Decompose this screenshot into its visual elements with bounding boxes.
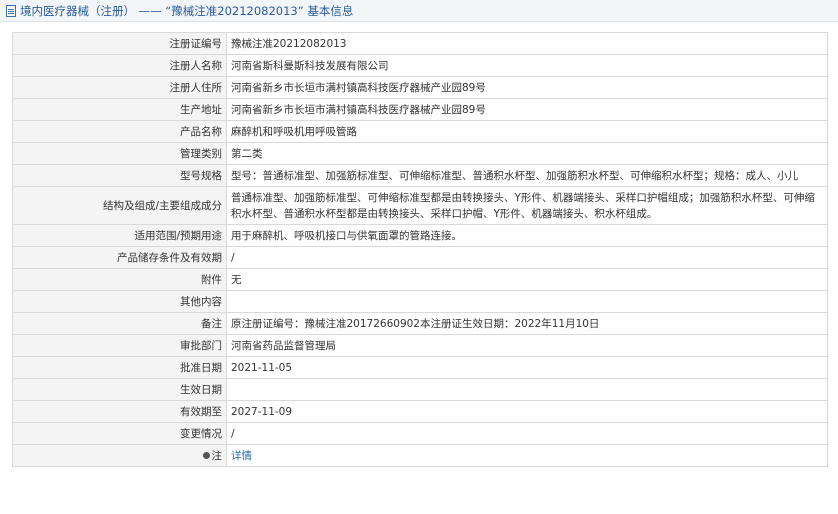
row-value: 河南省新乡市长垣市满村镇高科技医疗器械产业园89号 (226, 76, 828, 99)
row-value: / (226, 246, 828, 269)
row-value: 用于麻醉机、呼吸机接口与供氧面罩的管路连接。 (226, 224, 828, 247)
row-value: 麻醉机和呼吸机用呼吸管路 (226, 120, 828, 143)
row-label: 型号规格 (12, 164, 227, 187)
row-value: 河南省新乡市长垣市满村镇高科技医疗器械产业园89号 (226, 98, 828, 121)
table-row: 结构及组成/主要组成成分 普通标准型、加强筋标准型、可伸缩标准型都是由转换接头、Y… (12, 186, 828, 225)
details-link[interactable]: 详情 (231, 450, 252, 462)
row-value: 河南省药品监督管理局 (226, 334, 828, 357)
row-label: 注册人名称 (12, 54, 227, 77)
row-label: 其他内容 (12, 290, 227, 313)
table-row: 产品名称 麻醉机和呼吸机用呼吸管路 (12, 120, 828, 143)
table-row: 产品储存条件及有效期 / (12, 246, 828, 269)
row-value-note: 详情 (226, 444, 828, 467)
table-row: 变更情况 / (12, 422, 828, 445)
table-row: 注册人名称 河南省斯科曼斯科技发展有限公司 (12, 54, 828, 77)
row-label: 产品储存条件及有效期 (12, 246, 227, 269)
row-label: 审批部门 (12, 334, 227, 357)
note-label: 注 (211, 449, 223, 462)
table-row: 适用范围/预期用途 用于麻醉机、呼吸机接口与供氧面罩的管路连接。 (12, 224, 828, 247)
row-value: / (226, 422, 828, 445)
table-row: 注册人住所 河南省新乡市长垣市满村镇高科技医疗器械产业园89号 (12, 76, 828, 99)
pin-icon (202, 452, 210, 459)
table-row: 附件无 (12, 268, 828, 291)
row-label: 批准日期 (12, 356, 227, 379)
row-label: 附件 (12, 268, 227, 291)
row-value (226, 290, 828, 313)
row-label: 有效期至 (12, 400, 227, 423)
row-value: 原注册证编号：豫械注准20172660902本注册证生效日期：2022年11月1… (226, 312, 828, 335)
table-row: 管理类别 第二类 (12, 142, 828, 165)
table-row: 其他内容 (12, 290, 828, 313)
table-row: 有效期至 2027-11-09 (12, 400, 828, 423)
page-title: 境内医疗器械（注册） —— “豫械注准20212082013” 基本信息 (20, 3, 354, 18)
table-row: 备注 原注册证编号：豫械注准20172660902本注册证生效日期：2022年11… (12, 312, 828, 335)
document-icon (6, 4, 16, 17)
row-label: 适用范围/预期用途 (12, 224, 227, 247)
row-value: 无 (226, 268, 828, 291)
table-row: 注册证编号 豫械注准20212082013 (12, 32, 828, 55)
row-value: 豫械注准20212082013 (226, 32, 828, 55)
row-label: 变更情况 (12, 422, 227, 445)
row-label: 结构及组成/主要组成成分 (12, 186, 227, 225)
row-label: 产品名称 (12, 120, 227, 143)
row-label-note: 注 (12, 444, 227, 467)
row-value: 第二类 (226, 142, 828, 165)
page-header: 境内医疗器械（注册） —— “豫械注准20212082013” 基本信息 (0, 0, 838, 22)
table-row: 审批部门 河南省药品监督管理局 (12, 334, 828, 357)
row-value: 普通标准型、加强筋标准型、可伸缩标准型都是由转换接头、Y形件、机器端接头、采样口… (226, 186, 828, 225)
row-label: 注册证编号 (12, 32, 227, 55)
row-label: 生效日期 (12, 378, 227, 401)
row-value: 河南省斯科曼斯科技发展有限公司 (226, 54, 828, 77)
row-value: 2027-11-09 (226, 400, 828, 423)
row-value: 2021-11-05 (226, 356, 828, 379)
row-value (226, 378, 828, 401)
row-label: 管理类别 (12, 142, 227, 165)
table-row-note: 注详情 (12, 444, 828, 467)
row-label: 注册人住所 (12, 76, 227, 99)
row-label: 备注 (12, 312, 227, 335)
table-row: 生产地址 河南省新乡市长垣市满村镇高科技医疗器械产业园89号 (12, 98, 828, 121)
row-value: 型号：普通标准型、加强筋标准型、可伸缩标准型、普通积水杯型、加强筋积水杯型、可伸… (226, 164, 828, 187)
table-row: 生效日期 (12, 378, 828, 401)
info-table: 注册证编号 豫械注准20212082013 注册人名称 河南省斯科曼斯科技发展有限公司… (12, 32, 828, 467)
table-row: 型号规格 型号：普通标准型、加强筋标准型、可伸缩标准型、普通积水杯型、加强筋积水杯… (12, 164, 828, 187)
row-label: 生产地址 (12, 98, 227, 121)
table-row: 批准日期 2021-11-05 (12, 356, 828, 379)
